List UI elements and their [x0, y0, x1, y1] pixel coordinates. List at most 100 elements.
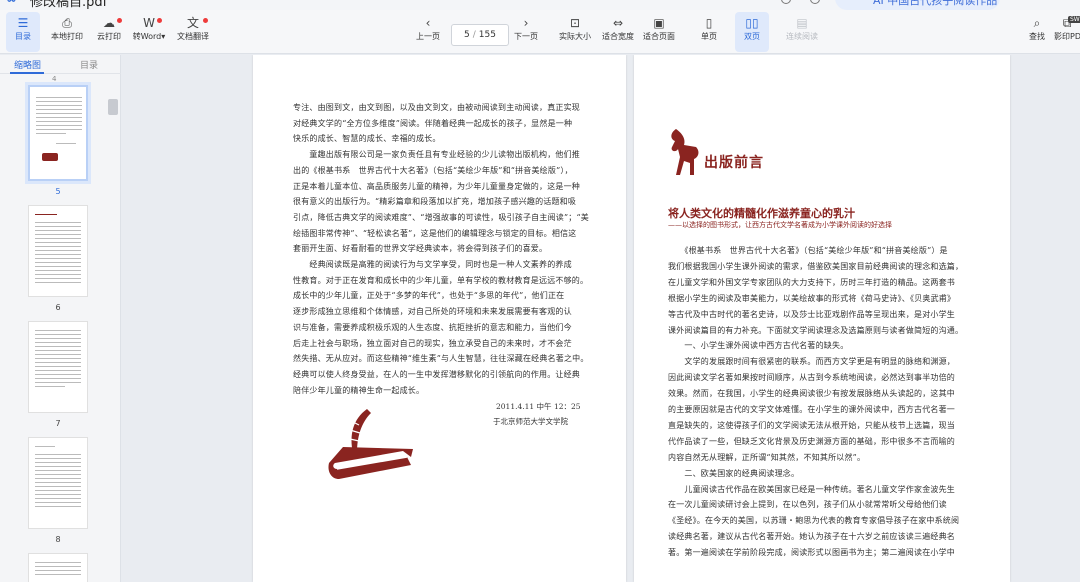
- thumbnail-page-7[interactable]: [28, 321, 88, 413]
- text-line: 正是本着儿童本位、高品质服务儿童的精神，为少年儿童量身定做的，这是一种: [293, 181, 580, 191]
- book-quill-icon: [328, 409, 413, 479]
- cloud-print-button[interactable]: ☁ 云打印: [93, 12, 125, 52]
- active-tab-indicator: [10, 72, 44, 74]
- text-line: 性教育。对于正在发育和成长中的少年儿童，单有学校的教材教育是远远不够的。: [293, 275, 589, 285]
- thumbnail-number: 4: [52, 75, 57, 83]
- continuous-read-icon: ▤: [796, 16, 808, 30]
- single-page-button[interactable]: ▯ 单页: [694, 12, 724, 52]
- text-line: 识与准备，需要养成积极乐观的人生态度、抗拒挫折的意志和能力，当他们今: [293, 322, 572, 332]
- fit-page-icon: ▣: [653, 16, 665, 30]
- text-line: 二、欧美国家的经典阅读理念。: [668, 468, 800, 478]
- signature-date: 2011.4.11 中午 12：25: [496, 402, 581, 411]
- printer-icon: ⎙: [62, 16, 72, 30]
- fit-page-button[interactable]: ▣ 适合页面: [641, 12, 677, 52]
- text-line: 的主要原因就是古代的文学文体难懂。在小学生的课外阅读中，西方古代名著一: [668, 405, 955, 414]
- continuous-read-button[interactable]: ▤ 连续阅读: [783, 12, 821, 52]
- thumbnail-sidebar: 缩略图 目录 4 5 6 7 8: [0, 55, 121, 582]
- thumbnail-label: 7: [55, 419, 61, 428]
- thumbnail-label: 6: [55, 303, 61, 312]
- pdf-reader-window: ∞ 修改稿自.pdf AI 中国古代孩子阅读作品 ☰ 目录 ⎙ 本地打印 ☁ 云…: [0, 0, 1080, 582]
- document-view[interactable]: 专注、由图到文，由文到图，以及由文到文，由被动阅读到主动阅读，真正实现 对经典文学…: [122, 55, 1080, 582]
- translate-icon: 文: [186, 16, 199, 30]
- pdf-page-left: 专注、由图到文，由文到图，以及由文到文，由被动阅读到主动阅读，真正实现 对经典文学…: [253, 55, 626, 582]
- text-line: 著。第一遍阅读在学前阶段完成，阅读形式以图画书为主；第二遍阅读在小学中: [668, 548, 955, 558]
- page-number-input[interactable]: 5/155: [451, 24, 509, 46]
- new-dot: [117, 18, 122, 23]
- sidebar-scrollbar[interactable]: [108, 99, 118, 115]
- actual-size-button[interactable]: ⊡ 实际大小: [557, 12, 593, 52]
- total-pages: 155: [478, 30, 496, 40]
- thumbnail-page-5[interactable]: [25, 82, 91, 184]
- text-line: 成长中的少年儿童，正处于“多梦的年代”，也处于“多思的年代”，他们正在: [293, 291, 565, 301]
- text-line: 在儿童文学和外国文学专家团队的大力支持下，历时三年打造的精品。这两套书: [668, 277, 955, 287]
- signature-place: 于北京师范大学文学院: [493, 417, 568, 426]
- fit-width-icon: ⇔: [612, 16, 624, 30]
- text-line: 儿童阅读古代作品在欧美国家已经是一种传统。著名儿童文学作家金波先生: [668, 484, 955, 494]
- text-line: 因此阅读文学名著如果按时间顺序，从古到今系统地阅读，必然达到事半功倍的: [668, 373, 955, 383]
- thumbnail-page-6[interactable]: [28, 205, 88, 297]
- chevron-left-icon: ‹: [425, 16, 431, 30]
- main-toolbar: ☰ 目录 ⎙ 本地打印 ☁ 云打印 W 转Word▾ 文 文档翻译 ‹ 上一页 …: [0, 10, 1080, 54]
- word-icon: W: [143, 16, 155, 30]
- app-logo-icon: ∞: [6, 0, 17, 7]
- file-name: 修改稿自.pdf: [30, 0, 108, 10]
- cloud-printer-icon: ☁: [103, 16, 115, 30]
- thumbnail-page-8[interactable]: [28, 437, 88, 529]
- local-print-button[interactable]: ⎙ 本地打印: [48, 12, 86, 52]
- text-line: 套丽开生面、好看耐看的世界文学经典读本，将会得到孩子们的喜爱。: [293, 244, 548, 254]
- new-dot: [157, 18, 162, 23]
- tab-thumbnails[interactable]: 缩略图: [14, 58, 41, 71]
- fit-width-button[interactable]: ⇔ 适合宽度: [600, 12, 636, 52]
- text-line: 根据小学生的阅读及审美能力，以美绘故事的形式将《荷马史诗》、《贝奥武甫》: [668, 293, 956, 303]
- text-line: 代作品读了一些，但缺乏文化背景及历史渊源方面的基础，形中很多不言而喻的: [668, 436, 955, 446]
- text-line: 很有意义的出版行为。“精彩篇章和段落加以扩充，增加孩子感兴趣的话题和吸: [293, 197, 577, 207]
- text-line: 读经典名著，建议从古代名著开始。她认为孩子在十六岁之前应该读三遍经典名: [668, 532, 955, 542]
- text-line: 逐步形成独立思维和个体情感，对自己所处的环境和未来发展需要有客观的认: [293, 307, 572, 317]
- title-bar: ∞ 修改稿自.pdf AI 中国古代孩子阅读作品: [0, 0, 1080, 10]
- thumbnail-page-9[interactable]: [28, 553, 88, 582]
- settings-icon[interactable]: [810, 0, 820, 4]
- text-line: 对经典文学的“全方位多维度”阅读。伴随着经典一起成长的孩子，显然是一种: [293, 118, 573, 128]
- tab-outline[interactable]: 目录: [80, 58, 98, 71]
- text-line: 课外阅读篇目的有力补充。下面就文学阅读理念及选篇原则与读者做简短的沟通。: [668, 325, 964, 335]
- to-word-button[interactable]: W 转Word▾: [131, 12, 167, 52]
- new-badge: SW: [1068, 16, 1080, 23]
- sidebar-tabs: 缩略图 目录: [0, 55, 121, 74]
- text-line: 我们根据我国小学生课外阅读的需求，借鉴欧美国家目前经典阅读的理念和选篇，: [668, 261, 964, 271]
- section-subtitle: ——以选择的图书形式，让西方古代文学名著成为小学课外阅读的好选择: [668, 221, 892, 229]
- text-line: 直是缺失的，这使得孩子们的文学阅读无法从根开始，只能从枝节上选篇，现当: [668, 420, 955, 430]
- double-page-icon: ▯▯: [745, 16, 759, 30]
- text-line: 在一次儿童阅读研讨会上提到，在以色列，孩子们从小就常常听父母给他们读: [668, 500, 947, 510]
- text-line: 童趣出版有限公司是一家负责任且有专业经验的少儿读物出版机构，他们推: [293, 150, 580, 160]
- next-page-button[interactable]: › 下一页: [510, 12, 542, 52]
- text-line: 后走上社会与职场，独立面对自己的现实，独立承受自己的未来时，才不会茫: [293, 338, 572, 348]
- chevron-down-icon: ▾: [161, 32, 166, 41]
- search-icon: ⌕: [1033, 16, 1041, 30]
- text-line: 陪伴少年儿童的精神生命一起成长。: [293, 385, 425, 395]
- text-line: 等古代及中古时代的著名史诗，以及莎士比亚戏剧作品等呈现出来，是对小学生: [668, 309, 955, 319]
- text-line: 经典可以使人终身受益，在人的一生中发挥潜移默化的引领航向的作用。让经典: [293, 369, 580, 379]
- double-page-button[interactable]: ▯▯ 双页: [735, 12, 769, 52]
- text-line: 《圣经》。在今天的美国，以苏珊・鲍思为代表的教育专家倡导孩子在家中系统阅: [668, 516, 960, 526]
- right-gutter: [1012, 55, 1080, 582]
- doc-translate-button[interactable]: 文 文档翻译: [174, 12, 212, 52]
- toc-button[interactable]: ☰ 目录: [6, 12, 40, 52]
- text-line: 效果。然而，在我国，小学生的经典阅读很少有按发展脉络从头读起的，这其中: [668, 389, 955, 399]
- text-line: 然失措、无从应对。而这些精神“维生素”与人生智慧，往往深藏在经典名著之中。: [293, 354, 589, 364]
- text-line: 一、小学生课外阅读中西方古代名著的缺失。: [668, 341, 849, 351]
- thumbnail-label: 5: [55, 187, 61, 196]
- ai-promo-pill[interactable]: AI 中国古代孩子阅读作品: [835, 0, 1000, 10]
- text-line: 文学的发展跟时间有很紧密的联系。而西方文学更是有明显的脉络和渊源，: [668, 357, 955, 367]
- thumbnail-label: 8: [55, 535, 61, 544]
- text-line: 绘插图非常传神”、“轻松读名著”，这是他们的编辑理念与锁定的目标。相信这: [293, 228, 577, 238]
- prev-page-button[interactable]: ‹ 上一页: [412, 12, 444, 52]
- account-icon[interactable]: [781, 0, 791, 4]
- chevron-right-icon: ›: [523, 16, 529, 30]
- text-line: 经典阅读既是高雅的阅读行为与文学享受，同时也是一种人文素养的养成: [293, 260, 572, 269]
- single-page-icon: ▯: [705, 16, 713, 30]
- chapter-heading: 出版前言: [704, 155, 764, 171]
- text-line: 引点，降低古典文学的阅读难度”、“增强故事的可读性，吸引孩子自主阅读”；“美: [293, 212, 589, 222]
- find-button[interactable]: ⌕ 查找: [1024, 12, 1050, 52]
- text-line: 出的《根基书系 世界古代十大名著》（包括“美绘少年版”和“拼音美绘版”），: [293, 165, 573, 175]
- text-line: 快乐的成长、智慧的成长、幸福的成长。: [293, 134, 441, 144]
